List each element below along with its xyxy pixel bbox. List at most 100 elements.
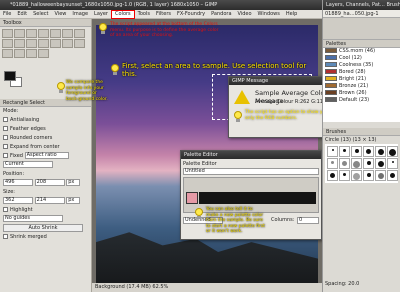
brush-item[interactable]	[363, 170, 374, 181]
brush-item[interactable]	[375, 170, 386, 181]
current-field[interactable]: Current	[3, 161, 53, 168]
feather-option[interactable]: Feather edges	[0, 125, 91, 134]
size-unit-select[interactable]: px	[66, 197, 81, 204]
palette-editor-tab[interactable]: Palette Editor	[183, 161, 217, 167]
brush-item[interactable]	[351, 158, 362, 169]
expand-option[interactable]: Expand from center	[0, 143, 91, 152]
fixed-select[interactable]: Aspect ratio	[24, 152, 69, 159]
brush-item[interactable]	[375, 158, 386, 169]
palette-list-item[interactable]: Bronze (21)	[323, 83, 400, 90]
window-title: *01889_halloweenbaysunset_1680x1050.jpg-…	[10, 2, 218, 8]
brush-item[interactable]	[363, 146, 374, 157]
rounded-checkbox[interactable]	[3, 135, 8, 140]
menu-filters[interactable]: Filters	[153, 10, 174, 19]
expand-checkbox[interactable]	[3, 144, 8, 149]
feather-checkbox[interactable]	[3, 126, 8, 131]
brush-item[interactable]	[327, 158, 338, 169]
antialias-option[interactable]: Antialiasing	[0, 116, 91, 125]
position-y-field[interactable]: 208	[34, 179, 65, 186]
position-unit-select[interactable]: px	[66, 179, 81, 186]
palette-name-field[interactable]: Untitled	[183, 168, 319, 175]
shrink-merged-option[interactable]: Shrink merged	[0, 233, 91, 242]
tool-button[interactable]	[62, 39, 73, 48]
palette-list-item[interactable]: Bored (28)	[323, 69, 400, 76]
menu-colors[interactable]: Colors	[111, 10, 135, 19]
palette-list-item[interactable]: Brown (26)	[323, 90, 400, 97]
menu-select[interactable]: Select	[30, 10, 51, 19]
brush-item[interactable]	[339, 170, 350, 181]
palette-list-item[interactable]: Cool (12)	[323, 55, 400, 62]
menu-windows[interactable]: Windows	[255, 10, 283, 19]
fixed-checkbox[interactable]	[3, 153, 8, 158]
image-tab[interactable]: 01889_ha…050.jpg-1	[323, 10, 400, 18]
rounded-option[interactable]: Rounded corners	[0, 134, 91, 143]
size-w-field[interactable]: 362	[3, 197, 33, 204]
brush-item[interactable]	[387, 170, 398, 181]
tool-button[interactable]	[14, 39, 25, 48]
shrink-merged-checkbox[interactable]	[3, 234, 8, 239]
menu-pandora[interactable]: Pandora	[208, 10, 234, 19]
zoom-level[interactable]: 62.5%	[152, 284, 168, 290]
brush-item[interactable]	[339, 158, 350, 169]
antialias-checkbox[interactable]	[3, 117, 8, 122]
palette-swatch[interactable]	[186, 192, 198, 204]
brush-item[interactable]	[327, 146, 338, 157]
tool-button[interactable]	[50, 29, 61, 38]
tool-button[interactable]	[62, 29, 73, 38]
tool-button[interactable]	[74, 39, 85, 48]
menu-fx-foundry[interactable]: FX-Foundry	[174, 10, 208, 19]
menu-file[interactable]: File	[0, 10, 14, 19]
palette-list-item[interactable]: CSS.mom (46)	[323, 48, 400, 55]
lightbulb-icon	[56, 82, 66, 94]
brush-item[interactable]	[327, 170, 338, 181]
menu-edit[interactable]: Edit	[14, 10, 30, 19]
position-x-field[interactable]: 496	[3, 179, 33, 186]
palette-list-item[interactable]: Default (23)	[323, 97, 400, 104]
brush-item[interactable]	[375, 146, 386, 157]
foreground-color[interactable]	[4, 71, 16, 81]
autoshrink-button[interactable]: Auto Shrink	[3, 224, 83, 232]
tool-button[interactable]	[14, 49, 25, 58]
menu-video[interactable]: Video	[235, 10, 255, 19]
palette-preview	[325, 62, 337, 67]
brush-item[interactable]	[387, 158, 398, 169]
rounded-label: Rounded corners	[10, 135, 53, 141]
palette-preview	[325, 48, 337, 53]
size-h-field[interactable]: 214	[34, 197, 65, 204]
spacing-value[interactable]: 20.0	[348, 281, 359, 287]
palette-list-item[interactable]: Coolness (35)	[323, 62, 400, 69]
brush-item[interactable]	[351, 170, 362, 181]
highlight-label: Highlight	[10, 207, 33, 213]
tool-button[interactable]	[14, 29, 25, 38]
tool-button[interactable]	[26, 39, 37, 48]
tool-button[interactable]	[38, 49, 49, 58]
tool-button[interactable]	[26, 29, 37, 38]
spacing-row: Spacing: 20.0	[323, 280, 359, 288]
tool-button[interactable]	[2, 39, 13, 48]
highlight-checkbox[interactable]	[3, 207, 8, 212]
palette-name: Bronze (21)	[339, 83, 369, 89]
menu-tools[interactable]: Tools	[135, 10, 153, 19]
columns-field[interactable]: 0	[297, 217, 319, 224]
status-text: Background (17.4 MB)	[95, 284, 151, 290]
brush-item[interactable]	[339, 146, 350, 157]
brush-item[interactable]	[387, 146, 398, 157]
menu-help[interactable]: Help	[283, 10, 300, 19]
guides-select[interactable]: No guides	[3, 215, 63, 222]
tool-button[interactable]	[2, 49, 13, 58]
tool-button[interactable]	[50, 39, 61, 48]
menu-view[interactable]: View	[52, 10, 70, 19]
tool-button[interactable]	[38, 29, 49, 38]
position-label: Position:	[3, 171, 25, 177]
tool-button[interactable]	[26, 49, 37, 58]
menu-image[interactable]: Image	[69, 10, 91, 19]
brush-item[interactable]	[351, 146, 362, 157]
highlight-option[interactable]: Highlight	[0, 206, 91, 215]
tool-button[interactable]	[74, 29, 85, 38]
brush-item[interactable]	[363, 158, 374, 169]
fg-bg-colors[interactable]	[4, 71, 22, 87]
tool-button[interactable]	[2, 29, 13, 38]
menu-layer[interactable]: Layer	[91, 10, 111, 19]
palette-list-item[interactable]: Bright (21)	[323, 76, 400, 83]
tool-button[interactable]	[38, 39, 49, 48]
